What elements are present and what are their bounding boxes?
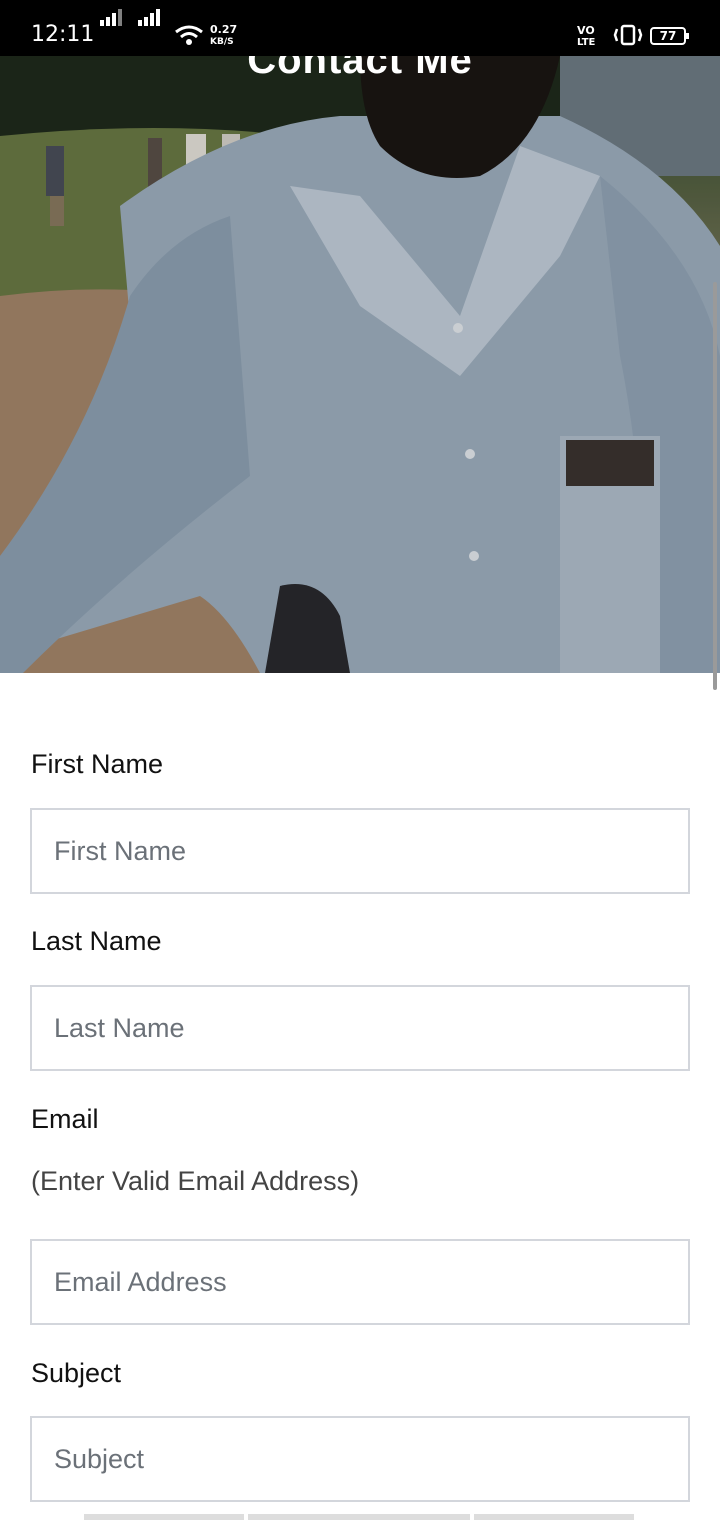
wifi-icon bbox=[175, 25, 203, 45]
bottom-divider bbox=[474, 1514, 634, 1520]
bottom-divider bbox=[248, 1514, 470, 1520]
hero-banner: Contact Me bbox=[0, 56, 720, 673]
status-bar: 12:11 0.27 KB/S VO LTE 77 bbox=[0, 0, 720, 56]
last-name-input[interactable] bbox=[30, 985, 690, 1071]
volte-icon: VO LTE bbox=[577, 24, 596, 48]
first-name-input[interactable] bbox=[30, 808, 690, 894]
bottom-divider bbox=[84, 1514, 244, 1520]
first-name-label: First Name bbox=[31, 749, 164, 779]
network-speed: 0.27 KB/S bbox=[210, 23, 238, 47]
page-title: Contact Me bbox=[247, 56, 473, 82]
battery-icon: 77 bbox=[650, 27, 689, 45]
last-name-label: Last Name bbox=[31, 926, 162, 956]
profile-photo bbox=[0, 56, 720, 673]
subject-input[interactable] bbox=[30, 1416, 690, 1502]
vibrate-icon bbox=[613, 24, 643, 46]
email-input[interactable] bbox=[30, 1239, 690, 1325]
email-label: Email bbox=[31, 1104, 99, 1134]
email-hint: (Enter Valid Email Address) bbox=[31, 1166, 360, 1196]
subject-label: Subject bbox=[31, 1358, 122, 1388]
scrollbar[interactable] bbox=[713, 282, 717, 690]
status-time: 12:11 bbox=[31, 22, 95, 47]
